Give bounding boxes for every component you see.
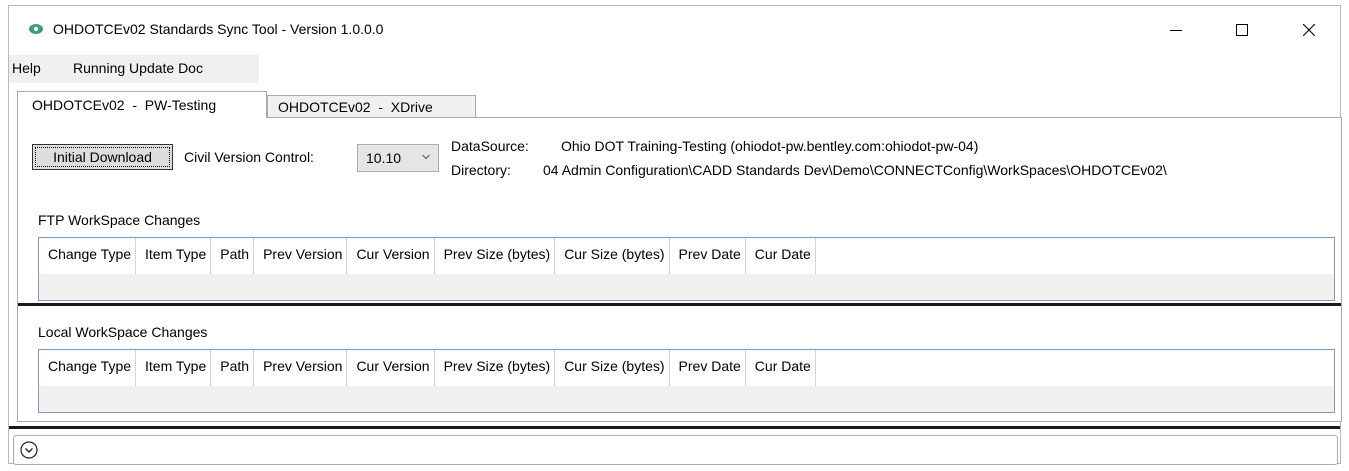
local-grid-header: Change Type Item Type Path Prev Version … [39, 350, 1334, 386]
datasource-value: Ohio DOT Training-Testing (ohiodot-pw.be… [561, 138, 979, 154]
ftp-col-cur-version[interactable]: Cur Version [347, 238, 435, 274]
civil-version-label: Civil Version Control: [184, 149, 314, 165]
maximize-button[interactable] [1219, 15, 1265, 45]
civil-version-select[interactable]: 10.10 [357, 144, 439, 172]
tab-content-panel: Initial Download Civil Version Control: … [17, 117, 1342, 422]
bottom-separator [9, 426, 1340, 429]
civil-version-value: 10.10 [366, 150, 402, 166]
datasource-label: DataSource: [451, 138, 529, 154]
local-changes-grid[interactable]: Change Type Item Type Path Prev Version … [38, 349, 1335, 413]
local-col-path[interactable]: Path [211, 350, 255, 386]
local-col-cur-date[interactable]: Cur Date [746, 350, 816, 386]
local-col-prev-date[interactable]: Prev Date [670, 350, 746, 386]
local-workspace-changes-label: Local WorkSpace Changes [38, 324, 208, 340]
ftp-col-prev-date[interactable]: Prev Date [670, 238, 746, 274]
directory-value: 04 Admin Configuration\CADD Standards De… [543, 162, 1167, 178]
ftp-grid-header: Change Type Item Type Path Prev Version … [39, 238, 1334, 274]
local-col-prev-size[interactable]: Prev Size (bytes) [435, 350, 556, 386]
initial-download-button[interactable]: Initial Download [32, 144, 173, 170]
section-splitter[interactable] [18, 303, 1341, 306]
ftp-col-item-type[interactable]: Item Type [136, 238, 212, 274]
chevron-down-icon [422, 154, 430, 160]
ftp-changes-grid[interactable]: Change Type Item Type Path Prev Version … [38, 237, 1335, 301]
minimize-button[interactable] [1153, 15, 1199, 45]
local-col-item-type[interactable]: Item Type [136, 350, 212, 386]
local-col-change-type[interactable]: Change Type [39, 350, 137, 386]
ftp-col-prev-size[interactable]: Prev Size (bytes) [435, 238, 556, 274]
tab-xdrive[interactable]: OHDOTCEv02 - XDrive [267, 95, 476, 118]
local-col-prev-version[interactable]: Prev Version [254, 350, 348, 386]
ftp-col-path[interactable]: Path [211, 238, 255, 274]
title-bar: OHDOTCEv02 Standards Sync Tool - Version… [9, 6, 1340, 54]
ftp-col-prev-version[interactable]: Prev Version [254, 238, 348, 274]
maximize-icon [1236, 24, 1248, 36]
local-col-cur-version[interactable]: Cur Version [347, 350, 435, 386]
close-icon [1303, 24, 1315, 36]
directory-label: Directory: [451, 162, 511, 178]
app-eye-icon [29, 24, 43, 34]
local-col-cur-size[interactable]: Cur Size (bytes) [555, 350, 670, 386]
menu-help[interactable]: Help [12, 60, 41, 76]
tab-pw-testing[interactable]: OHDOTCEv02 - PW-Testing [17, 91, 267, 118]
close-button[interactable] [1286, 15, 1332, 45]
minimize-icon [1170, 30, 1182, 31]
main-window: OHDOTCEv02 Standards Sync Tool - Version… [8, 5, 1342, 465]
ftp-workspace-changes-label: FTP WorkSpace Changes [38, 212, 201, 228]
ftp-col-cur-size[interactable]: Cur Size (bytes) [555, 238, 670, 274]
menu-running-update-doc[interactable]: Running Update Doc [73, 60, 203, 76]
ftp-col-change-type[interactable]: Change Type [39, 238, 137, 274]
chevron-down-circle-icon[interactable] [20, 441, 38, 459]
log-expander[interactable] [13, 435, 1338, 465]
ftp-col-cur-date[interactable]: Cur Date [746, 238, 816, 274]
window-title: OHDOTCEv02 Standards Sync Tool - Version… [53, 21, 384, 37]
menu-bar: Help Running Update Doc [9, 55, 259, 83]
